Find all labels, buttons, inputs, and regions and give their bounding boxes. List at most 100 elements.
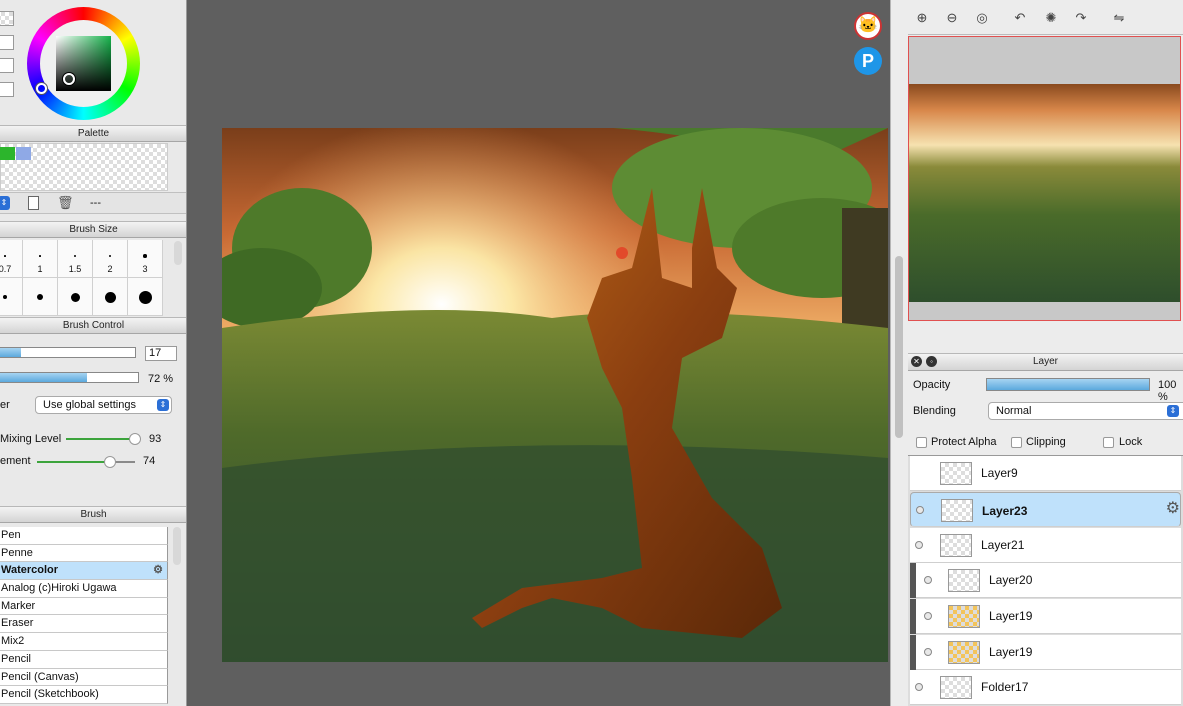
- brush-size-value[interactable]: 17: [145, 346, 177, 361]
- zoom-out-icon[interactable]: ⊖: [944, 10, 960, 26]
- brush-size-slider[interactable]: [0, 347, 136, 358]
- movement-slider-knob[interactable]: [103, 456, 116, 468]
- transparent-color-swatch[interactable]: [0, 11, 14, 26]
- brush-item[interactable]: Pencil: [0, 650, 168, 669]
- brush-size-option[interactable]: 1: [23, 240, 58, 278]
- layer-row[interactable]: Layer19: [910, 635, 1181, 670]
- canvas-artwork[interactable]: [222, 128, 888, 662]
- hue-marker[interactable]: [36, 83, 47, 94]
- rotate-right-icon[interactable]: ↷: [1073, 10, 1089, 26]
- brush-item[interactable]: Analog (c)Hiroki Ugawa: [0, 580, 168, 598]
- palette-swatch-green[interactable]: [0, 147, 15, 160]
- palette-toolbar: ⇕ 🗑 ---: [0, 192, 186, 214]
- clipping-indicator: [910, 563, 916, 598]
- layer-row[interactable]: Layer21: [910, 528, 1181, 563]
- protect-alpha-checkbox[interactable]: [916, 437, 927, 448]
- blending-label: Blending: [913, 405, 956, 417]
- folder-thumbnail: [940, 676, 972, 699]
- flip-icon[interactable]: ⇋: [1111, 10, 1127, 26]
- brush-item[interactable]: Mix2: [0, 633, 168, 651]
- brush-item-label: Watercolor: [1, 564, 59, 577]
- brush-size-option[interactable]: [128, 278, 163, 316]
- rotate-reset-icon[interactable]: ✺: [1043, 10, 1059, 26]
- brush-item[interactable]: Marker: [0, 597, 168, 616]
- brush-size-option[interactable]: [93, 278, 128, 316]
- brush-item-label: Pencil (Sketchbook): [1, 688, 99, 701]
- palette-menu-icon[interactable]: ⇕: [0, 196, 10, 210]
- minimize-icon[interactable]: ◦: [926, 356, 937, 367]
- layer-row[interactable]: Layer23 ⚙: [910, 492, 1181, 527]
- layer-name: Layer20: [989, 573, 1033, 587]
- layer-row[interactable]: Folder17: [910, 670, 1181, 705]
- visibility-icon[interactable]: [924, 648, 932, 656]
- brush-size-dot: [4, 255, 6, 257]
- color-swatch-1[interactable]: [0, 35, 14, 50]
- canvas-scroll-thumb[interactable]: [895, 256, 903, 438]
- brush-item[interactable]: Eraser: [0, 615, 168, 634]
- rotate-left-icon[interactable]: ↶: [1012, 10, 1028, 26]
- color-swatch-2[interactable]: [0, 58, 14, 73]
- layer-row[interactable]: Layer19: [910, 599, 1181, 634]
- mixing-slider-knob[interactable]: [128, 433, 141, 445]
- opacity-slider-fill: [987, 379, 1149, 390]
- brush-item[interactable]: Pen: [0, 527, 168, 545]
- brush-size-option[interactable]: 1.5: [58, 240, 93, 278]
- brush-size-option[interactable]: [23, 278, 58, 316]
- canvas-vertical-scrollbar[interactable]: [890, 0, 908, 706]
- gear-icon[interactable]: ⚙: [1166, 501, 1180, 517]
- density-slider-fill: [0, 373, 87, 382]
- saturation-value-box[interactable]: [56, 36, 111, 91]
- brush-size-scrollbar[interactable]: [174, 241, 182, 265]
- brush-size-option[interactable]: 2: [93, 240, 128, 278]
- visibility-icon[interactable]: [924, 612, 932, 620]
- brush-size-dot: [138, 290, 152, 304]
- layer-row[interactable]: Layer20: [910, 563, 1181, 598]
- pixiv-icon[interactable]: P: [854, 47, 882, 75]
- brush-item-label: Penne: [1, 546, 33, 559]
- brush-size-dot: [108, 254, 112, 258]
- close-icon[interactable]: ✕: [911, 356, 922, 367]
- brush-item[interactable]: Watercolor ⚙: [0, 562, 168, 581]
- zoom-reset-icon[interactable]: ◎: [974, 10, 990, 26]
- lock-checkbox[interactable]: [1103, 437, 1114, 448]
- visibility-icon[interactable]: [924, 576, 932, 584]
- brush-item-label: Eraser: [1, 617, 34, 630]
- brush-size-option[interactable]: [58, 278, 93, 316]
- brush-size-dot: [3, 295, 7, 299]
- brush-size-label: 1.5: [68, 264, 82, 274]
- brush-item[interactable]: Penne: [0, 544, 168, 563]
- canvas-area[interactable]: 🐱 P: [188, 0, 890, 706]
- navigator-preview[interactable]: [908, 36, 1181, 321]
- gear-icon[interactable]: ⚙: [153, 562, 163, 579]
- opacity-slider[interactable]: [986, 378, 1150, 391]
- brush-size-option[interactable]: 3: [128, 240, 163, 278]
- color-swatch-3[interactable]: [0, 82, 14, 97]
- color-wheel[interactable]: [27, 7, 140, 120]
- palette-swatch-blue[interactable]: [16, 147, 31, 160]
- brush-size-grid: 0.7 1 1.5 2 3: [0, 240, 170, 316]
- mixing-slider[interactable]: [66, 433, 141, 445]
- clipping-label: Clipping: [1026, 436, 1066, 448]
- clipping-checkbox[interactable]: [1011, 437, 1022, 448]
- layer-row[interactable]: Layer9: [910, 456, 1181, 491]
- visibility-icon[interactable]: [915, 683, 923, 691]
- brush-size-option[interactable]: [0, 278, 23, 316]
- brush-size-option[interactable]: 0.7: [0, 240, 23, 278]
- density-slider[interactable]: [0, 372, 139, 383]
- sv-marker[interactable]: [63, 73, 75, 85]
- opacity-value: 100 %: [1158, 379, 1177, 403]
- movement-label: ement: [0, 455, 31, 467]
- cat-avatar-icon[interactable]: 🐱: [854, 12, 882, 40]
- new-swatch-icon[interactable]: [28, 196, 39, 210]
- trash-icon[interactable]: 🗑: [57, 195, 74, 211]
- brush-item[interactable]: Pencil (Sketchbook): [0, 686, 168, 704]
- layer-name: Layer23: [982, 504, 1028, 518]
- movement-slider[interactable]: [37, 456, 135, 468]
- brush-list-scrollbar[interactable]: [173, 527, 181, 565]
- filter-select[interactable]: Use global settings ⇕: [35, 396, 172, 414]
- visibility-icon[interactable]: [915, 541, 923, 549]
- visibility-icon[interactable]: [916, 506, 924, 514]
- blending-select[interactable]: Normal ⇕: [988, 402, 1183, 420]
- zoom-in-icon[interactable]: ⊕: [914, 10, 930, 26]
- brush-item[interactable]: Pencil (Canvas): [0, 668, 168, 687]
